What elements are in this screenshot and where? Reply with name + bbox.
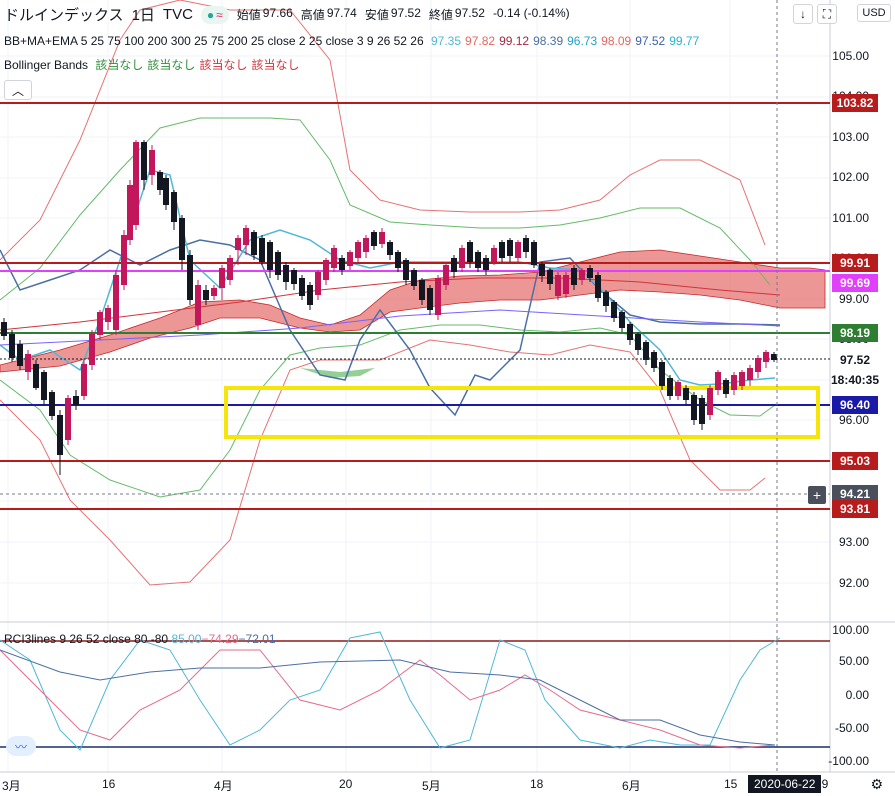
- open-value: 97.66: [262, 6, 293, 20]
- crosshair-date-label: 2020-06-22: [748, 775, 822, 793]
- time-axis-tick: 15: [724, 777, 738, 791]
- bb-indicator-label: Bollinger Bands: [4, 58, 89, 72]
- price-axis-tick: 96.00: [838, 413, 869, 427]
- price-tag: 18:40:35: [830, 371, 880, 389]
- ma-value: 97.52: [635, 34, 666, 48]
- waves-icon: ≈: [216, 7, 223, 22]
- add-alert-button[interactable]: +: [808, 486, 826, 504]
- market-status-badge[interactable]: ● ≈: [200, 5, 229, 24]
- time-axis-tick: 18: [530, 777, 544, 791]
- price-axis-tick: 99.00: [838, 292, 869, 306]
- time-axis-tick: 3月: [2, 779, 21, 793]
- price-axis-tick: 92.00: [838, 576, 869, 590]
- price-tag: 99.69: [832, 274, 878, 292]
- rci-indicator-values: 85.00−74.29−72.01: [171, 632, 275, 646]
- ma-value: 97.35: [431, 34, 462, 48]
- close-label: 終値: [428, 8, 453, 22]
- bb-value: 該当なし: [251, 58, 300, 72]
- rci-axis-tick: -100.00: [828, 754, 869, 768]
- time-axis-tick: 20: [339, 777, 353, 791]
- ma-value: 97.82: [465, 34, 496, 48]
- scroll-down-button[interactable]: ↓: [793, 4, 813, 24]
- time-axis-tick: 16: [102, 777, 116, 791]
- price-tag: 95.03: [832, 452, 878, 470]
- bb-indicator-legend[interactable]: Bollinger Bands 該当なし 該当なし 該当なし 該当なし: [4, 56, 299, 73]
- dot-icon: ●: [206, 7, 215, 22]
- ma-value: 98.09: [601, 34, 632, 48]
- rci-axis-tick: 100.00: [832, 623, 869, 637]
- ma-indicator-values: 97.35 97.82 99.12 98.39 96.73 98.09 97.52 99.77: [427, 34, 699, 48]
- low-value: 97.52: [390, 6, 421, 20]
- price-axis-tick: 102.00: [832, 170, 869, 184]
- time-axis-tick: 6月: [622, 779, 641, 793]
- price-tag: 99.91: [832, 254, 878, 272]
- time-axis-tick: 5月: [422, 779, 441, 793]
- plus-icon: +: [812, 487, 822, 503]
- collapse-legend-button[interactable]: ︿: [4, 80, 32, 100]
- low-label: 安値: [364, 8, 389, 22]
- rci-value: −74.29: [201, 632, 239, 646]
- rci-axis-tick: -50.00: [834, 721, 869, 735]
- time-axis-tick: 4月: [214, 779, 233, 793]
- fullscreen-button[interactable]: ⛶: [817, 4, 837, 24]
- exchange-label: TVC: [162, 6, 193, 23]
- chart-canvas[interactable]: [0, 0, 895, 796]
- bb-value: 該当なし: [199, 58, 248, 72]
- price-tag: 93.81: [832, 500, 878, 518]
- price-axis-tick: 103.00: [832, 130, 869, 144]
- rci-indicator-label: RCI3lines 9 26 52 close 80 -80: [4, 632, 169, 646]
- ma-value: 99.12: [499, 34, 530, 48]
- price-tag: 96.40: [832, 396, 878, 414]
- bb-indicator-values: 該当なし 該当なし 該当なし 該当なし: [91, 58, 299, 72]
- close-value: 97.52: [454, 6, 485, 20]
- ohlc-readout: 始値 97.66 高値 97.74 安値 97.52 終値 97.52 -0.14 (-…: [237, 6, 570, 23]
- chevron-up-icon: ︿: [11, 83, 24, 98]
- tradingview-logo-icon[interactable]: 〰: [6, 736, 36, 756]
- rci-value: 85.00: [171, 632, 202, 646]
- price-axis-tick: 105.00: [832, 49, 869, 63]
- price-tag: 98.19: [832, 324, 878, 342]
- top-toolbar: ↓ ⛶: [793, 4, 837, 24]
- settings-gear-icon[interactable]: ⚙: [870, 776, 883, 793]
- rci-axis-tick: 0.00: [845, 688, 869, 702]
- open-label: 始値: [236, 8, 261, 22]
- change-value: -0.14 (-0.14%): [492, 6, 570, 20]
- ma-value: 96.73: [567, 34, 598, 48]
- rci-value: −72.01: [238, 632, 276, 646]
- high-value: 97.74: [326, 6, 357, 20]
- price-tag: 97.52: [832, 351, 878, 369]
- ma-indicator-legend[interactable]: BB+MA+EMA 5 25 75 100 200 300 25 75 200 …: [4, 34, 699, 48]
- price-tag: 103.82: [832, 94, 878, 112]
- expand-icon: ⛶: [822, 6, 832, 21]
- symbol-header: ドルインデックス 1日 TVC ● ≈ 始値 97.66 高値 97.74 安値 97.…: [4, 4, 570, 25]
- symbol-name[interactable]: ドルインデックス: [4, 4, 124, 25]
- chart-pane[interactable]: [0, 0, 895, 773]
- ma-value: 99.77: [669, 34, 700, 48]
- ma-indicator-label: BB+MA+EMA 5 25 75 100 200 300 25 75 200 …: [4, 34, 424, 48]
- currency-button[interactable]: USD: [857, 4, 891, 22]
- rci-axis-tick: 50.00: [838, 654, 869, 668]
- ma-value: 98.39: [533, 34, 564, 48]
- timeframe-label[interactable]: 1日: [132, 4, 155, 25]
- arrow-down-icon: ↓: [800, 7, 806, 21]
- chart-window[interactable]: ドルインデックス 1日 TVC ● ≈ 始値 97.66 高値 97.74 安値 97.…: [0, 0, 895, 796]
- price-axis-tick: 101.00: [832, 211, 869, 225]
- rci-indicator-legend[interactable]: RCI3lines 9 26 52 close 80 -80 85.00−74.…: [4, 632, 276, 646]
- price-axis-tick: 93.00: [838, 535, 869, 549]
- high-label: 高値: [300, 8, 325, 22]
- bb-value: 該当なし: [147, 58, 196, 72]
- bb-value: 該当なし: [95, 58, 144, 72]
